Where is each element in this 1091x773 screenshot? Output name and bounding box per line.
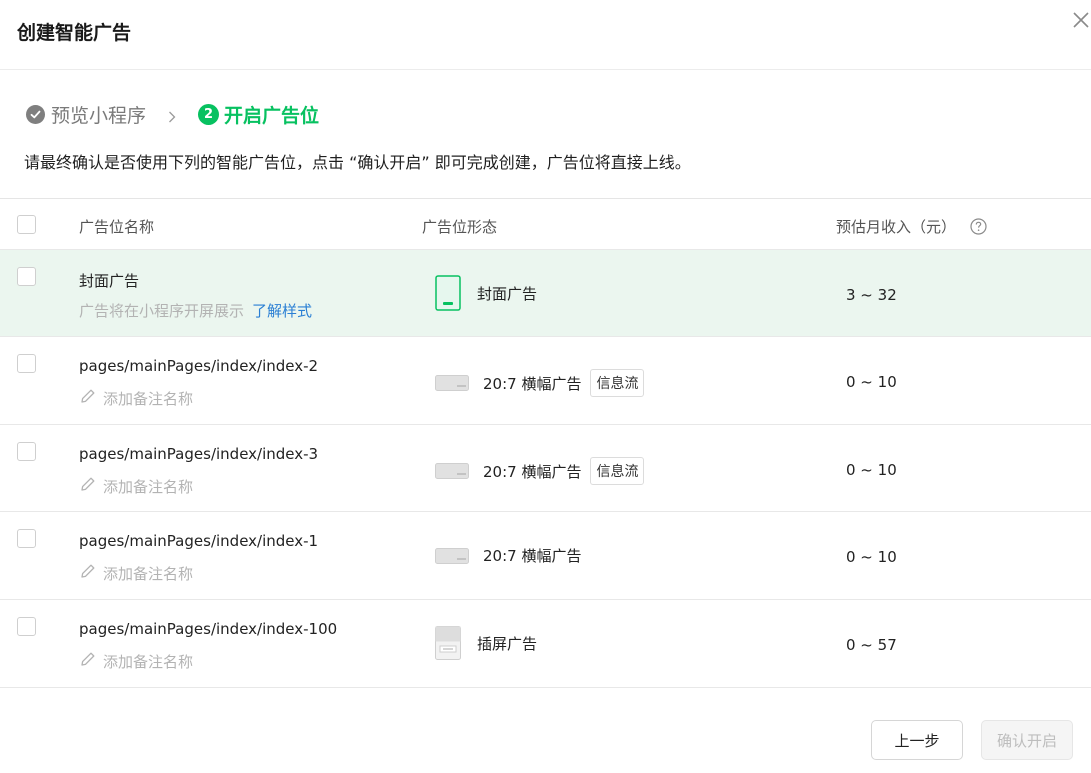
revenue-estimate: 0 ~ 10 — [846, 461, 897, 479]
revenue-estimate: 3 ~ 32 — [846, 286, 897, 304]
header-name: 广告位名称 — [79, 218, 155, 236]
add-remark-button[interactable]: 添加备注名称 — [79, 562, 193, 584]
add-remark-button[interactable]: 添加备注名称 — [79, 650, 193, 672]
dialog-header: 创建智能广告 — [0, 0, 1091, 70]
ad-form-label: 20:7 横幅广告 — [483, 547, 582, 565]
ad-slot-name: 封面广告 — [79, 272, 140, 290]
previous-step-button[interactable]: 上一步 — [871, 720, 963, 760]
pencil-icon — [79, 650, 97, 672]
add-remark-label: 添加备注名称 — [103, 564, 194, 583]
feed-tag: 信息流 — [590, 457, 645, 485]
close-icon[interactable] — [1069, 8, 1091, 32]
revenue-estimate: 0 ~ 10 — [846, 373, 897, 391]
ad-form-cell: 插屏广告 — [435, 626, 537, 660]
ad-form-label: 封面广告 — [477, 284, 538, 303]
step-preview: 预览小程序 — [26, 101, 146, 128]
cover-ad-icon — [435, 275, 461, 311]
header-revenue: 预估月收入（元） — [836, 216, 987, 239]
step-enable-ads-label: 开启广告位 — [224, 104, 320, 127]
confirm-enable-button[interactable]: 确认开启 — [981, 720, 1073, 760]
dialog-title: 创建智能广告 — [17, 22, 132, 44]
table-row: pages/mainPages/index/index-1 添加备注名称 20:… — [0, 512, 1091, 600]
ad-slot-table: 广告位名称 广告位形态 预估月收入（元） 封面广告 广告将在小程序开屏展示 了解… — [0, 198, 1091, 688]
ad-form-label: 插屏广告 — [477, 634, 538, 653]
table-row: pages/mainPages/index/index-2 添加备注名称 20:… — [0, 337, 1091, 425]
question-circle-icon[interactable] — [970, 218, 987, 239]
header-revenue-label: 预估月收入（元） — [836, 218, 957, 236]
add-remark-label: 添加备注名称 — [103, 652, 194, 671]
ad-form-cell: 20:7 横幅广告 信息流 — [435, 457, 645, 485]
feed-tag: 信息流 — [590, 369, 645, 397]
cover-ad-description: 广告将在小程序开屏展示 — [79, 302, 245, 320]
ad-form-label: 20:7 横幅广告 — [483, 462, 582, 481]
row-checkbox[interactable] — [17, 267, 36, 286]
banner-ad-icon — [435, 547, 469, 564]
row-checkbox[interactable] — [17, 529, 36, 548]
ad-slot-name: pages/mainPages/index/index-3 — [79, 445, 319, 463]
learn-style-link[interactable]: 了解样式 — [252, 300, 312, 321]
step-enable-ads: 2 开启广告位 — [198, 101, 319, 128]
table-row: 封面广告 广告将在小程序开屏展示 了解样式 封面广告 3 ~ 32 — [0, 250, 1091, 337]
ad-form-cell: 20:7 横幅广告 — [435, 545, 581, 566]
ad-slot-name: pages/mainPages/index/index-100 — [79, 620, 338, 638]
step-indicator: 预览小程序 2 开启广告位 — [26, 101, 319, 127]
table-row: pages/mainPages/index/index-100 添加备注名称 插… — [0, 600, 1091, 688]
revenue-estimate: 0 ~ 57 — [846, 636, 897, 654]
pencil-icon — [79, 562, 97, 584]
ad-form-cell: 20:7 横幅广告 信息流 — [435, 369, 645, 397]
revenue-estimate: 0 ~ 10 — [846, 548, 897, 566]
banner-ad-icon — [435, 375, 469, 391]
add-remark-label: 添加备注名称 — [103, 477, 194, 496]
banner-ad-icon — [435, 463, 469, 479]
row-checkbox[interactable] — [17, 354, 36, 373]
add-remark-button[interactable]: 添加备注名称 — [79, 387, 193, 409]
ad-slot-name: pages/mainPages/index/index-2 — [79, 357, 319, 375]
chevron-right-icon — [166, 108, 178, 123]
table-row: pages/mainPages/index/index-3 添加备注名称 20:… — [0, 425, 1091, 512]
pencil-icon — [79, 387, 97, 409]
instruction-text: 请最终确认是否使用下列的智能广告位，点击 “确认开启” 即可完成创建，广告位将直… — [24, 153, 691, 172]
ad-slot-name: pages/mainPages/index/index-1 — [79, 532, 319, 550]
table-header: 广告位名称 广告位形态 预估月收入（元） — [0, 199, 1091, 250]
pencil-icon — [79, 475, 97, 497]
check-circle-icon — [26, 104, 45, 124]
interstitial-ad-icon — [435, 626, 461, 660]
header-form: 广告位形态 — [422, 218, 498, 236]
row-checkbox[interactable] — [17, 442, 36, 461]
step-number-badge: 2 — [198, 103, 220, 125]
add-remark-label: 添加备注名称 — [103, 389, 194, 408]
ad-form-label: 20:7 横幅广告 — [483, 374, 582, 393]
row-checkbox[interactable] — [17, 617, 36, 636]
add-remark-button[interactable]: 添加备注名称 — [79, 475, 193, 497]
step-preview-label: 预览小程序 — [51, 104, 147, 127]
ad-slot-subtitle: 广告将在小程序开屏展示 了解样式 — [79, 300, 312, 321]
select-all-checkbox[interactable] — [17, 215, 36, 234]
ad-form-cell: 封面广告 — [435, 275, 537, 311]
